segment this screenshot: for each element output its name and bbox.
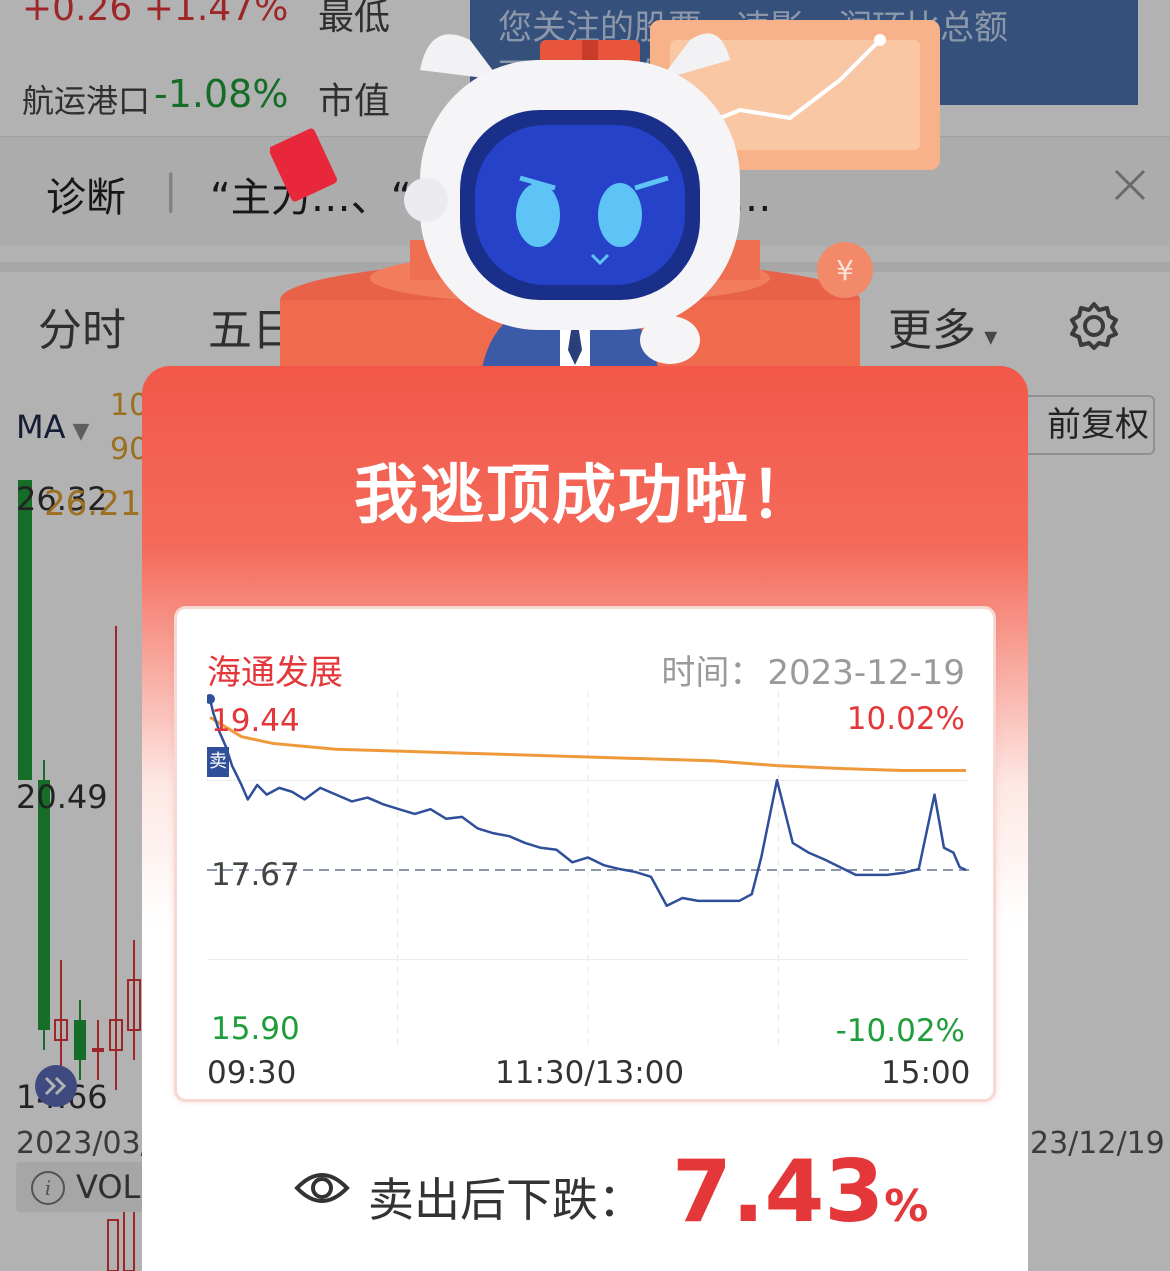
x-tick-open: 09:30	[207, 1055, 297, 1091]
drop-value-number: 7.43	[672, 1142, 885, 1242]
drop-after-sell-label: 卖出后下跌：	[368, 1173, 644, 1227]
y-tick-high: 19.44	[211, 703, 300, 739]
y-tick-low: 15.90	[211, 1011, 300, 1047]
time-label: 时间：	[661, 653, 764, 693]
date-value: 2023-12-19	[767, 653, 965, 693]
y-tick-right-low: -10.02%	[835, 1013, 965, 1049]
escape-top-success-popup: 我逃顶成功啦！ 海通发展 时间： 2023-12-19 19.44 17.67 1…	[142, 366, 1028, 1271]
x-tick-close: 15:00	[881, 1055, 971, 1091]
drop-value-unit: %	[884, 1181, 929, 1232]
intraday-plot-svg	[207, 691, 969, 1049]
drop-after-sell-value: 7.43%	[672, 1142, 928, 1242]
intraday-chart-card: 海通发展 时间： 2023-12-19 19.44 17.67 15.90 10.…	[174, 606, 996, 1102]
y-tick-right-high: 10.02%	[846, 701, 965, 737]
sell-marker: 卖	[207, 747, 229, 777]
eye-icon	[294, 1168, 350, 1212]
x-tick-midday: 11:30/13:00	[495, 1055, 685, 1091]
svg-text:¥: ¥	[836, 254, 854, 287]
intraday-plot: 19.44 17.67 15.90 10.02% -10.02% 卖	[207, 691, 969, 1049]
popup-title: 我逃顶成功啦！	[354, 459, 816, 533]
trade-date: 时间： 2023-12-19	[657, 645, 965, 694]
popup-footer: 卖出后下跌： 7.43%	[142, 1142, 1028, 1242]
robot-mascot-illustration: ¥	[270, 20, 940, 380]
stock-name: 海通发展	[207, 653, 343, 693]
y-tick-ref: 17.67	[211, 857, 300, 893]
